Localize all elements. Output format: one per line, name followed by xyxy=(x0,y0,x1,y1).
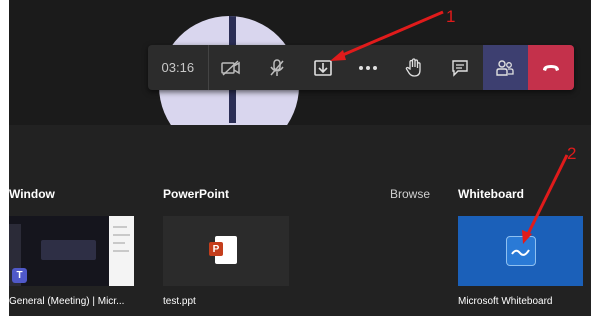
annotation-number-2: 2 xyxy=(567,144,577,163)
annotation-arrows xyxy=(330,10,569,244)
annotation-arrow-1 xyxy=(337,10,444,59)
annotation-number-1: 1 xyxy=(446,7,456,26)
annotation-arrow-2 xyxy=(525,154,569,237)
annotation-arrowhead-1 xyxy=(330,50,346,61)
